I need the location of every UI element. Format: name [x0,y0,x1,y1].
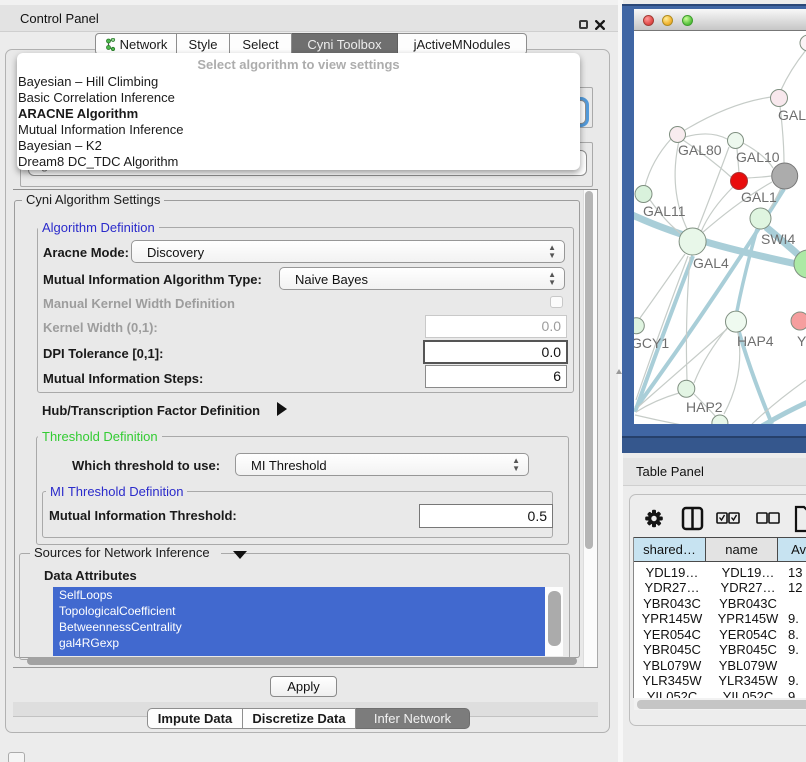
svg-text:HAP2: HAP2 [686,399,723,415]
svg-text:GAL10: GAL10 [736,149,780,165]
svg-text:GAL80: GAL80 [678,142,722,158]
svg-text:Y: Y [797,333,806,349]
svg-text:GCY1: GCY1 [634,335,669,351]
svg-text:GAL1: GAL1 [741,189,777,205]
svg-text:GAL7: GAL7 [778,107,806,123]
svg-text:GAL4: GAL4 [693,255,729,271]
svg-text:HAP4: HAP4 [737,333,774,349]
svg-text:GAL11: GAL11 [643,203,686,219]
svg-text:SWI4: SWI4 [761,231,795,247]
